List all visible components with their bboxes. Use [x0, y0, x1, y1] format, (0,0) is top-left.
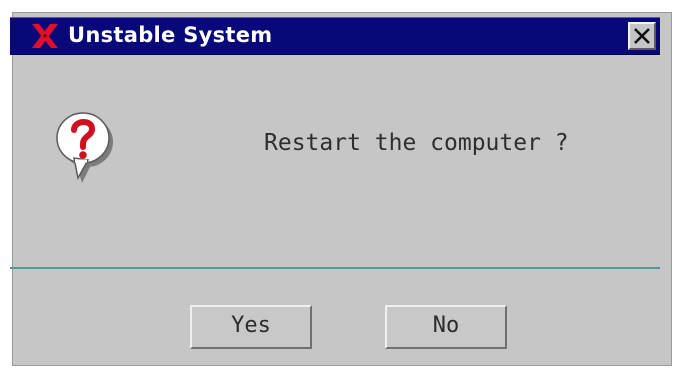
dialog-message: Restart the computer ? [264, 130, 569, 156]
title-bar[interactable]: Unstable System [10, 17, 660, 55]
no-button[interactable]: No [385, 305, 507, 349]
separator [10, 267, 660, 269]
x-logo-icon [30, 22, 60, 50]
close-icon [634, 28, 650, 44]
yes-button[interactable]: Yes [190, 305, 312, 349]
close-button[interactable] [628, 22, 656, 50]
dialog-window [12, 12, 672, 366]
window-title: Unstable System [68, 23, 273, 47]
question-icon [52, 103, 118, 187]
